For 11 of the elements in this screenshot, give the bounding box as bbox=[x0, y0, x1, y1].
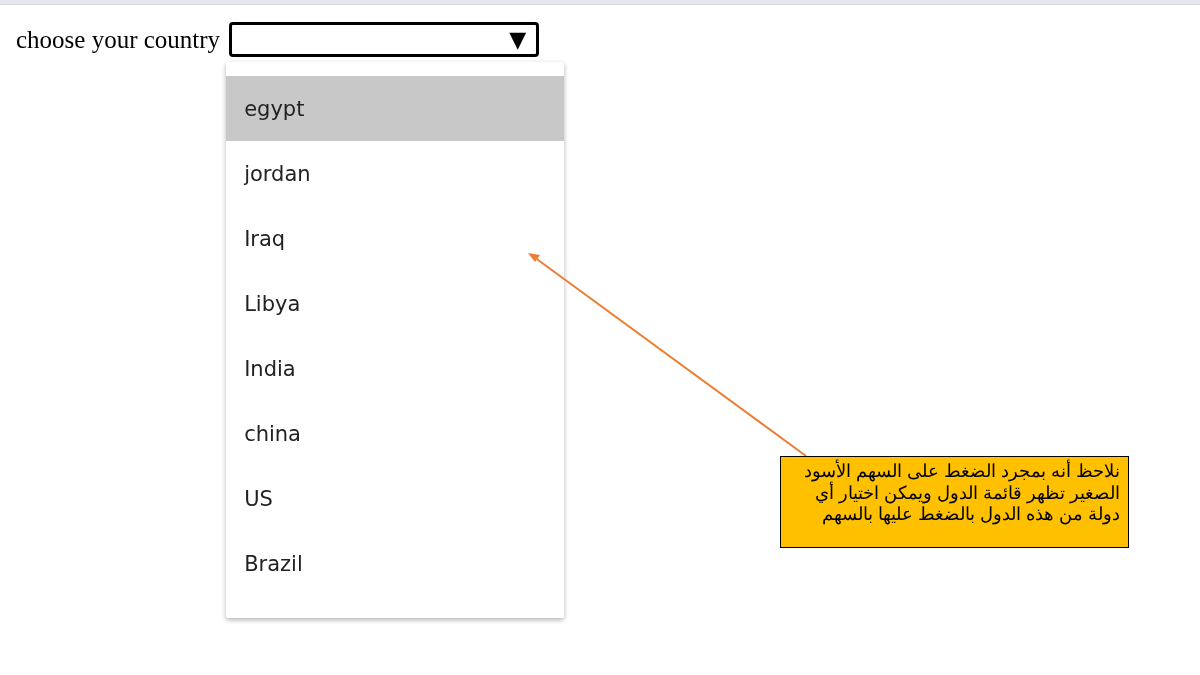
dropdown-option[interactable]: India bbox=[226, 336, 565, 401]
dropdown-option[interactable]: china bbox=[226, 401, 565, 466]
country-select[interactable]: ▼ bbox=[229, 22, 540, 57]
dropdown-option[interactable]: jordan bbox=[226, 141, 565, 206]
field-label: choose your country bbox=[16, 25, 221, 54]
dropdown-option[interactable]: Libya bbox=[226, 271, 565, 336]
dropdown-option[interactable]: US bbox=[226, 466, 565, 531]
dropdown-option[interactable]: egypt bbox=[226, 76, 565, 141]
dropdown-option[interactable]: Brazil bbox=[226, 531, 565, 596]
callout-note: نلاحظ أنه بمجرد الضغط على السهم الأسود الصغير تظهر قائمة الدول ويمكن اختيار أي دولة من هذه الدول بالضغط عليها بالسهم bbox=[780, 456, 1129, 548]
dropdown-option[interactable]: Iraq bbox=[226, 206, 565, 271]
